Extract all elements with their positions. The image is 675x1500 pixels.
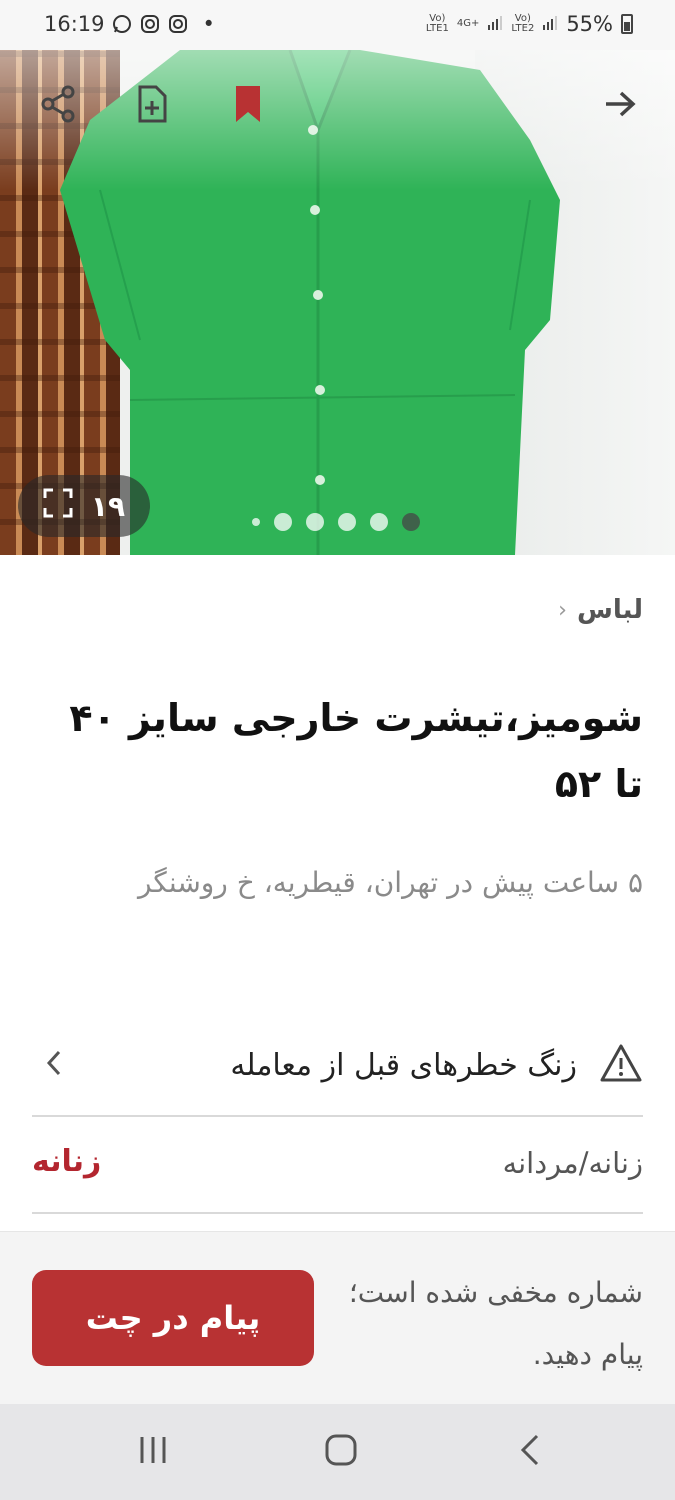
add-note-icon [132,84,172,128]
recent-apps-icon [136,1435,170,1469]
listing-title: شومیز،تیشرت خارجی سایز ۴۰ تا ۵۲ [69,696,643,806]
add-note-button[interactable] [122,76,182,136]
hidden-phone-note: شماره مخفی شده است؛ پیام دهید. [348,1276,643,1371]
image-count: ۱۹ [90,489,126,523]
share-button[interactable] [28,76,88,136]
top-gradient [0,50,675,190]
system-navigation-bar [0,1404,675,1500]
whatsapp-icon [111,13,133,35]
chat-message-button[interactable]: پیام در چت [32,1270,314,1366]
chevron-left-icon: ‹ [558,597,567,623]
divider [32,1115,643,1117]
battery-icon [621,14,633,34]
carousel-dot [338,513,356,531]
risk-warning-row[interactable]: زنگ خطرهای قبل از معامله [32,1025,643,1105]
status-right: Vo) LTE1 4G+ Vo) LTE2 55% [426,12,633,36]
breadcrumb[interactable]: لباس ‹ [558,595,643,625]
signal-icon [487,12,503,36]
sim2-label: Vo) LTE2 [511,13,535,34]
carousel-dot [306,513,324,531]
status-bar: 16:19 • Vo) LTE1 4G+ Vo) LTE2 55% [0,0,675,50]
divider [32,1212,643,1214]
chevron-left-icon [46,1049,62,1085]
warning-icon [599,1043,643,1087]
fullscreen-icon [43,488,73,525]
carousel-dot [274,513,292,531]
notification-dot: • [202,12,215,36]
carousel-dot [370,513,388,531]
attribute-row: زنانه/مردانه زنانه [32,1122,643,1212]
clock: 16:19 [44,12,105,36]
breadcrumb-label[interactable]: لباس [577,595,643,625]
network-label: 4G+ [456,18,480,29]
home-icon [324,1433,358,1471]
listing-image-carousel[interactable]: ۱۹ [0,50,675,555]
bookmark-button[interactable] [218,76,278,136]
bookmark-icon [232,84,264,128]
carousel-dots [252,513,420,531]
recent-apps-button[interactable] [123,1426,183,1478]
share-icon [38,84,78,128]
signal-icon [542,12,558,36]
status-left: 16:19 • [44,12,215,36]
forward-arrow-icon [602,89,638,123]
sim1-label: Vo) LTE1 [425,13,449,34]
attribute-label: زنانه/مردانه [502,1146,643,1180]
contact-action-bar: پیام در چت شماره مخفی شده است؛ پیام دهید… [0,1232,675,1404]
battery-percent: 55% [566,12,613,36]
carousel-dot-active [402,513,420,531]
back-button[interactable] [590,76,650,136]
back-icon [519,1433,541,1471]
back-nav-button[interactable] [500,1426,560,1478]
risk-warning-label: زنگ خطرهای قبل از معامله [230,1047,577,1083]
attribute-value: زنانه [32,1144,102,1179]
gallery-counter-button[interactable]: ۱۹ [18,475,150,537]
carousel-dot [252,518,260,526]
instagram-icon [139,13,161,35]
home-button[interactable] [311,1426,371,1478]
instagram-icon [167,13,189,35]
listing-time-location: ۵ ساعت پیش در تهران، قیطریه، خ روشنگر [137,866,643,899]
